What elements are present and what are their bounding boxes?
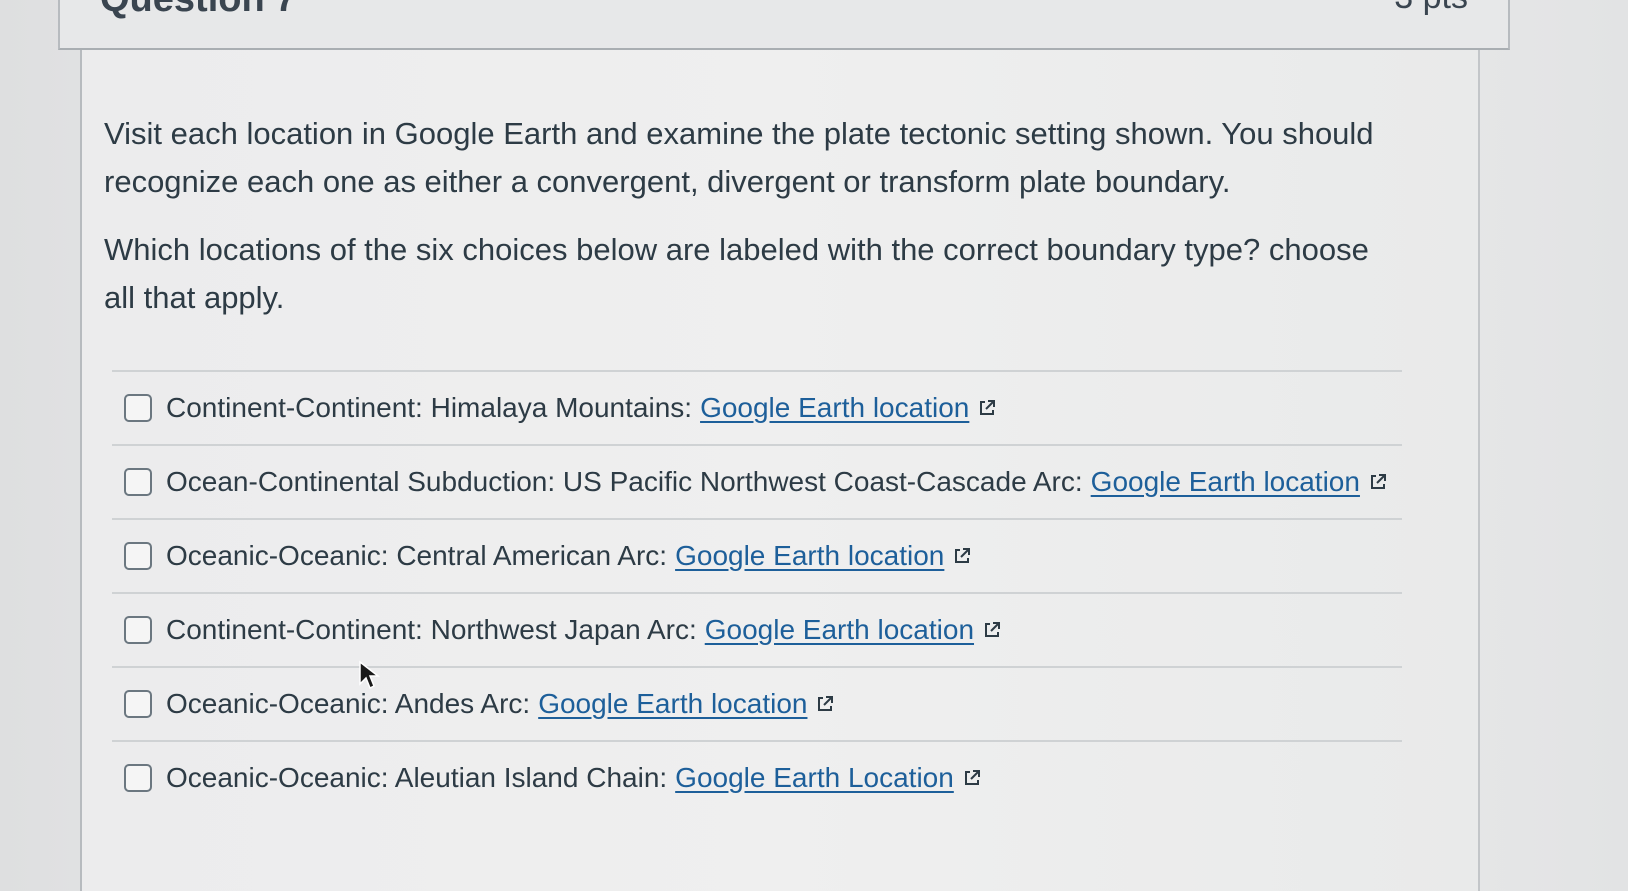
google-earth-link[interactable]: Google Earth location bbox=[700, 392, 969, 424]
answer-checkbox[interactable] bbox=[124, 764, 152, 792]
answer-checkbox[interactable] bbox=[124, 468, 152, 496]
external-link-icon[interactable] bbox=[982, 620, 1002, 640]
external-link-icon[interactable] bbox=[977, 398, 997, 418]
mouse-pointer-icon bbox=[359, 660, 380, 690]
answer-label: Continent-Continent: Northwest Japan Arc… bbox=[166, 614, 697, 645]
external-link-icon[interactable] bbox=[1368, 472, 1388, 492]
answer-option[interactable]: Continent-Continent: Northwest Japan Arc… bbox=[112, 592, 1402, 666]
quiz-page: Question 7 3 pts Visit each location in … bbox=[0, 0, 1628, 891]
answer-label: Continent-Continent: Himalaya Mountains: bbox=[166, 392, 693, 423]
prompt-paragraph-2: Which locations of the six choices below… bbox=[104, 232, 1369, 315]
question-header: Question 7 3 pts bbox=[58, 0, 1510, 50]
external-link-icon[interactable] bbox=[815, 694, 835, 714]
question-title: Question 7 bbox=[100, 0, 296, 21]
google-earth-link[interactable]: Google Earth location bbox=[705, 614, 974, 646]
prompt-paragraph-1: Visit each location in Google Earth and … bbox=[104, 116, 1374, 199]
answer-checkbox[interactable] bbox=[124, 616, 152, 644]
google-earth-link[interactable]: Google Earth location bbox=[1091, 466, 1360, 498]
google-earth-link[interactable]: Google Earth Location bbox=[675, 762, 954, 794]
answer-option[interactable]: Continent-Continent: Himalaya Mountains:… bbox=[112, 370, 1402, 444]
answer-checkbox[interactable] bbox=[124, 690, 152, 718]
question-prompt: Visit each location in Google Earth and … bbox=[104, 110, 1404, 342]
answer-option[interactable]: Oceanic-Oceanic: Aleutian Island Chain: … bbox=[112, 740, 1402, 814]
answer-option[interactable]: Ocean-Continental Subduction: US Pacific… bbox=[112, 444, 1402, 518]
answer-label: Oceanic-Oceanic: Aleutian Island Chain: bbox=[166, 762, 668, 793]
answer-label: Ocean-Continental Subduction: US Pacific… bbox=[166, 466, 1083, 497]
answer-label: Oceanic-Oceanic: Central American Arc: bbox=[166, 540, 668, 571]
answer-checkbox[interactable] bbox=[124, 394, 152, 422]
answer-option[interactable]: Oceanic-Oceanic: Andes Arc: Google Earth… bbox=[112, 666, 1402, 740]
answer-label: Oceanic-Oceanic: Andes Arc: bbox=[166, 688, 531, 719]
question-points: 3 pts bbox=[1394, 0, 1468, 17]
google-earth-link[interactable]: Google Earth location bbox=[675, 540, 944, 572]
answer-list: Continent-Continent: Himalaya Mountains:… bbox=[112, 370, 1402, 814]
external-link-icon[interactable] bbox=[962, 768, 982, 788]
question-body: Visit each location in Google Earth and … bbox=[80, 50, 1480, 891]
external-link-icon[interactable] bbox=[952, 546, 972, 566]
google-earth-link[interactable]: Google Earth location bbox=[538, 688, 807, 720]
answer-option[interactable]: Oceanic-Oceanic: Central American Arc: G… bbox=[112, 518, 1402, 592]
answer-checkbox[interactable] bbox=[124, 542, 152, 570]
